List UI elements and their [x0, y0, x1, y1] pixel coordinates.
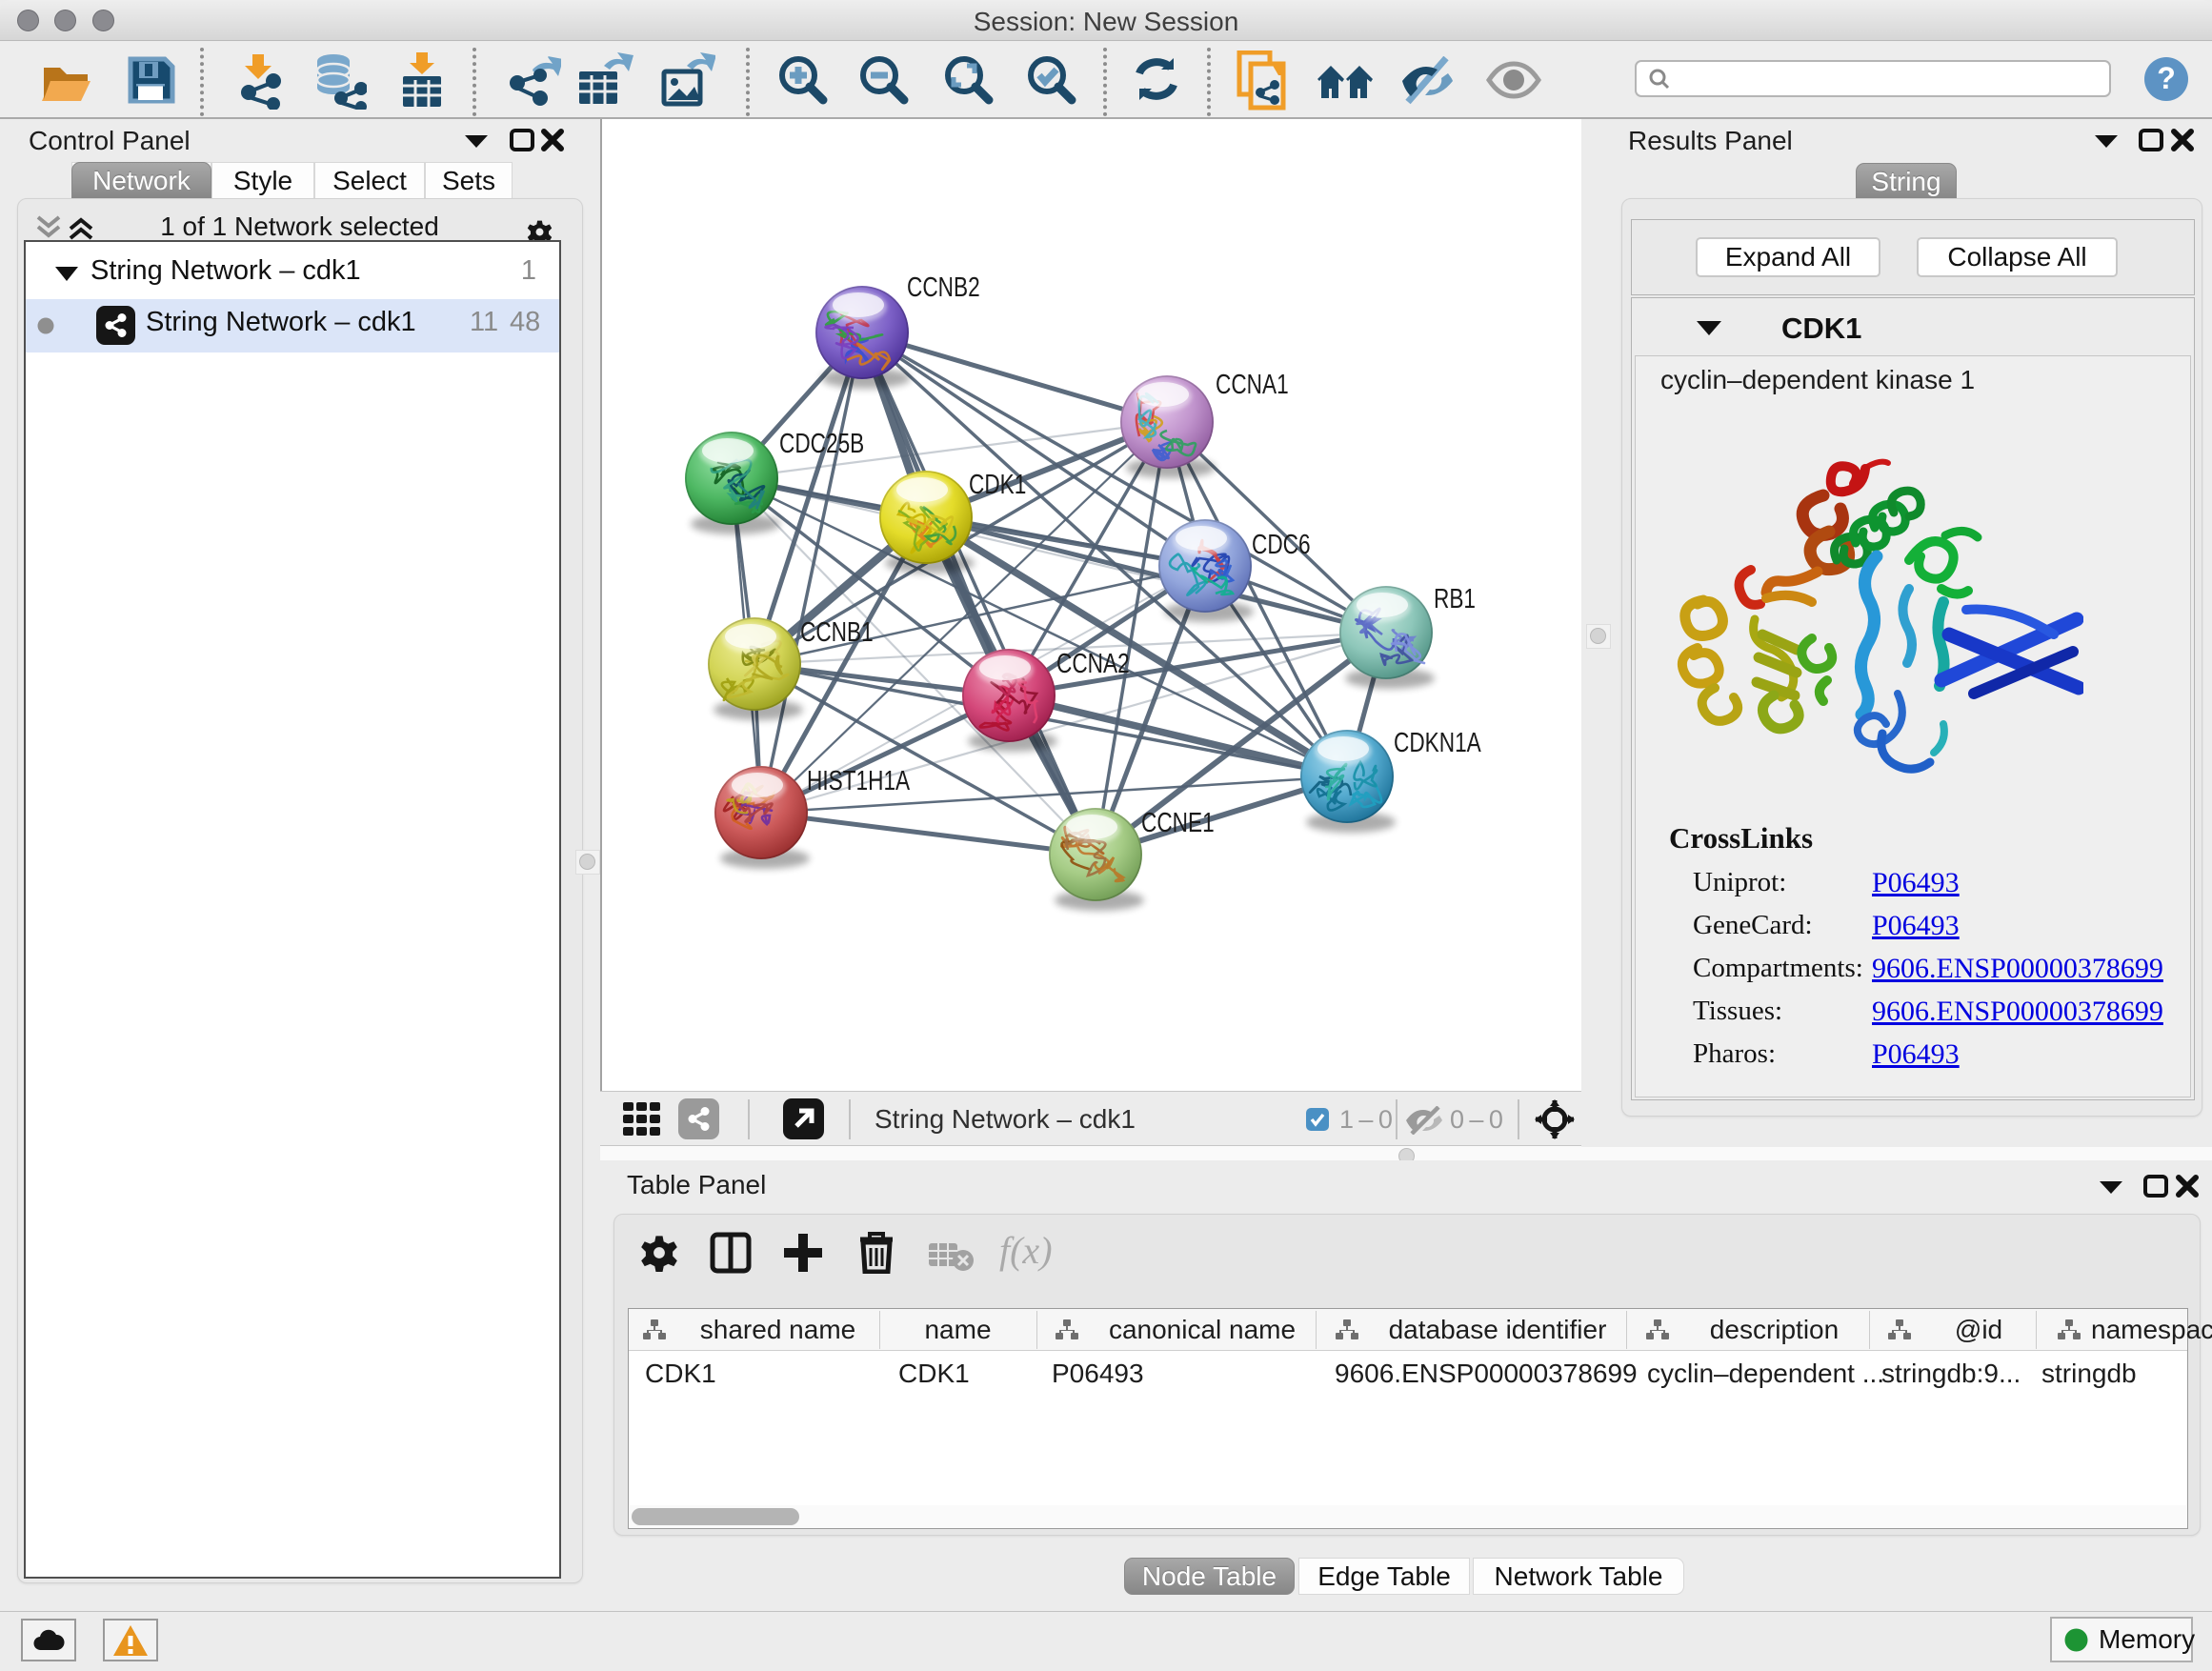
- svg-text:?: ?: [2157, 61, 2176, 95]
